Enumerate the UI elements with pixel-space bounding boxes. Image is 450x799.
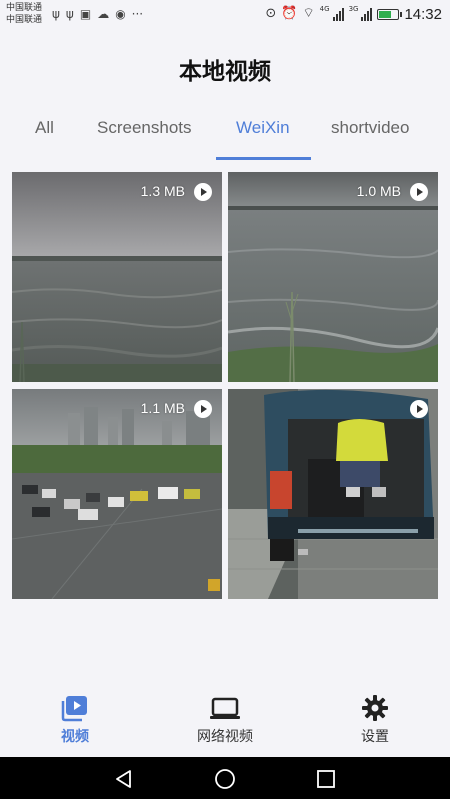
- tab-shortvideo[interactable]: shortvideo: [331, 118, 409, 138]
- usb-icon: ψ: [52, 7, 60, 21]
- play-icon[interactable]: [410, 183, 428, 201]
- active-tab-indicator: [216, 157, 311, 160]
- status-bar: 中国联通 中国联通 ψ ψ ▣ ☁ ◉ ··· ⊙ ⏰ ⌔ 4G 3G 14:3…: [0, 0, 450, 30]
- globe-icon: ◉: [115, 7, 126, 21]
- laptop-icon: [210, 697, 240, 719]
- nav-label-videos: 视频: [61, 729, 89, 745]
- video-library-icon: [61, 696, 87, 722]
- system-navigation-bar: [0, 757, 450, 799]
- video-preview-image: [12, 172, 222, 382]
- tab-all[interactable]: All: [35, 118, 54, 138]
- video-preview-image: [12, 389, 222, 599]
- page-title: 本地视频: [179, 59, 271, 85]
- nav-label-settings: 设置: [361, 729, 389, 745]
- recents-icon[interactable]: [315, 768, 337, 790]
- file-size-label: 1.1 MB: [140, 400, 185, 416]
- video-thumbnail[interactable]: 1.1 MB: [12, 389, 222, 599]
- play-icon[interactable]: [194, 183, 212, 201]
- signal-icon-2: [361, 7, 373, 21]
- nav-item-online-videos[interactable]: 网络视频: [170, 694, 280, 746]
- gear-icon: [362, 695, 388, 721]
- tab-screenshots[interactable]: Screenshots: [97, 118, 192, 138]
- video-thumbnail[interactable]: 1.0 MB: [228, 172, 438, 382]
- cloud-icon: ☁: [97, 7, 110, 21]
- play-icon[interactable]: [194, 400, 212, 418]
- clock: 14:32: [404, 5, 442, 23]
- home-icon[interactable]: [214, 768, 236, 790]
- system-status: ⊙ ⏰ ⌔ 4G 3G 14:32: [265, 5, 442, 23]
- carrier-name-2: 中国联通: [6, 15, 43, 25]
- battery-icon: [377, 8, 403, 20]
- video-thumbnail[interactable]: 1.3 MB: [12, 172, 222, 382]
- nav-item-settings[interactable]: 设置: [320, 694, 430, 746]
- video-preview-image: [228, 172, 438, 382]
- back-icon[interactable]: [113, 768, 135, 790]
- video-preview-image: [228, 389, 438, 599]
- play-icon[interactable]: [410, 400, 428, 418]
- file-size-label: 1.3 MB: [140, 183, 185, 199]
- nav-item-videos[interactable]: 视频: [20, 694, 130, 746]
- notification-icons: ψ ψ ▣ ☁ ◉ ···: [52, 6, 143, 22]
- more-icon: ···: [131, 7, 144, 21]
- carrier-info: 中国联通 中国联通: [6, 2, 42, 26]
- network-type-2: 3G: [348, 5, 359, 13]
- network-type-1: 4G: [319, 5, 330, 13]
- usb-debug-icon: ψ: [65, 7, 74, 21]
- wifi-icon: ⌔: [302, 6, 315, 21]
- image-icon: ▣: [79, 7, 92, 21]
- signal-icon: [332, 7, 344, 21]
- location-icon: ⊙: [265, 6, 277, 21]
- alarm-icon: ⏰: [281, 6, 298, 21]
- carrier-name-1: 中国联通: [6, 3, 43, 13]
- bottom-navigation: 视频 网络视频 设置: [0, 690, 450, 756]
- nav-label-online-videos: 网络视频: [197, 729, 253, 745]
- video-thumbnail[interactable]: [228, 389, 438, 599]
- category-tabs: All Screenshots WeiXin shortvideo: [0, 112, 450, 160]
- tab-weixin[interactable]: WeiXin: [236, 118, 290, 138]
- file-size-label: 1.0 MB: [356, 183, 401, 199]
